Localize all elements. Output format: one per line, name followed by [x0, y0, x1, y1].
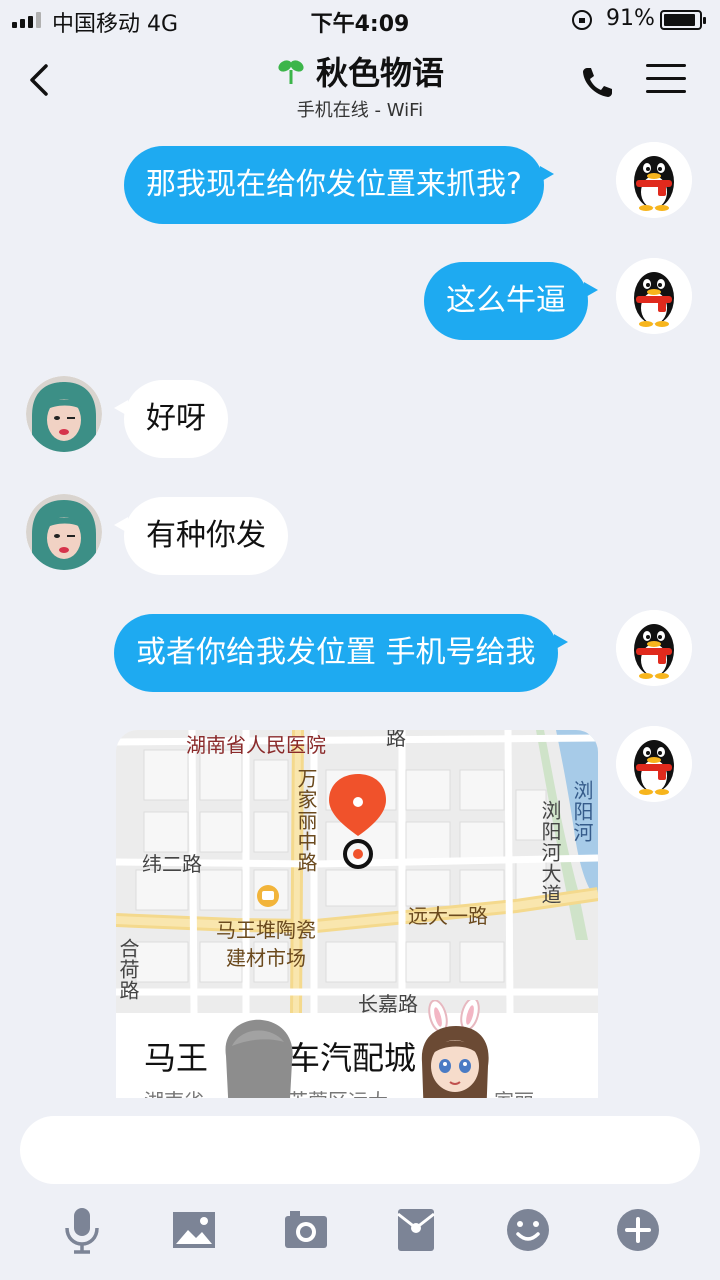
penguin-avatar-icon [616, 258, 692, 334]
emoji-button[interactable] [504, 1206, 552, 1254]
penguin-avatar-icon [616, 142, 692, 218]
camera-button[interactable] [282, 1206, 330, 1254]
battery-icon [660, 10, 706, 30]
location-map[interactable]: 湖南省人民医院 路 万家丽中路 纬二路 马王堆陶瓷 建材市场 远大一路 浏阳河大… [116, 730, 598, 1016]
emoji-icon [507, 1209, 549, 1251]
message-bubble-sent[interactable]: 这么牛逼 [424, 262, 598, 340]
map-label-road-top: 路 [386, 730, 406, 750]
location-info[interactable]: 马王 车汽配城 湖南省 芙蓉区远大一 家丽 [116, 1013, 598, 1100]
contact-avatar[interactable] [26, 376, 102, 452]
my-avatar[interactable] [616, 726, 692, 802]
plus-icon [617, 1209, 659, 1251]
battery-percent: 91% [606, 6, 655, 31]
map-label-market-line1: 马王堆陶瓷 [216, 918, 316, 942]
red-packet-button[interactable] [392, 1206, 440, 1254]
location-place-name-left: 马王 [144, 1039, 209, 1077]
girl-avatar-icon [26, 494, 102, 570]
voice-button[interactable] [58, 1206, 106, 1254]
location-message-card[interactable]: 湖南省人民医院 路 万家丽中路 纬二路 马王堆陶瓷 建材市场 远大一路 浏阳河大… [116, 730, 598, 1100]
my-avatar[interactable] [616, 142, 692, 218]
message-bubble-sent[interactable]: 或者你给我发位置 手机号给我 [114, 614, 568, 692]
penguin-avatar-icon [616, 610, 692, 686]
menu-icon [646, 64, 686, 93]
camera-icon [285, 1211, 327, 1248]
penguin-avatar-icon [616, 726, 692, 802]
bunny-girl-icon [421, 1000, 489, 1098]
image-icon [173, 1212, 215, 1248]
phone-icon [583, 68, 612, 97]
message-bubble-sent[interactable]: 那我现在给你发位置来抓我? [124, 146, 554, 224]
rotation-lock-icon [572, 10, 592, 30]
menu-button[interactable] [646, 64, 686, 98]
chat-header: 秋色物语 手机在线 - WiFi [0, 40, 720, 122]
sprout-icon [278, 60, 304, 84]
message-input[interactable] [20, 1116, 700, 1184]
my-avatar[interactable] [616, 610, 692, 686]
map-label-yuanda: 远大一路 [408, 904, 488, 928]
message-bubble-received[interactable]: 好呀 [114, 380, 228, 458]
map-label-weier: 纬二路 [142, 852, 202, 876]
contact-avatar[interactable] [26, 494, 102, 570]
photo-button[interactable] [170, 1206, 218, 1254]
map-label-liuyang-road: 浏阳河大道 [538, 800, 562, 905]
location-place-name-right: 车汽配城 [288, 1039, 417, 1077]
input-toolbar [0, 1206, 720, 1262]
map-label-wanjiali: 万家丽中路 [294, 768, 318, 873]
my-avatar[interactable] [616, 258, 692, 334]
map-label-left-road: 合荷路 [116, 938, 140, 1001]
gray-head-sticker [212, 1016, 298, 1098]
map-label-liuyang-water: 浏阳河 [570, 780, 594, 843]
bunny-girl-sticker [414, 1000, 496, 1098]
red-packet-icon [397, 1209, 435, 1251]
map-label-market-line2: 建材市场 [226, 946, 306, 970]
gray-head-icon [225, 1019, 293, 1098]
map-label-hospital: 湖南省人民医院 [186, 733, 326, 757]
more-button[interactable] [614, 1206, 662, 1254]
microphone-icon [65, 1208, 99, 1254]
contact-name: 秋色物语 [315, 54, 444, 92]
message-bubble-received[interactable]: 有种你发 [114, 497, 288, 575]
girl-avatar-icon [26, 376, 102, 452]
call-button[interactable] [578, 62, 618, 102]
input-area [0, 1098, 720, 1280]
status-bar: 中国移动 4G 下午4:09 91% [0, 0, 720, 40]
